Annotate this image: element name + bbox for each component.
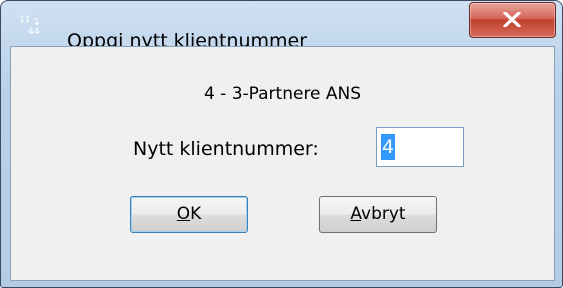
icon-bottom-digits: 44 (28, 27, 40, 37)
ok-label-rest: K (190, 204, 202, 224)
close-button[interactable] (469, 2, 556, 38)
cancel-button[interactable]: Avbryt (319, 196, 437, 233)
ok-accel: O (176, 204, 191, 224)
dialog-window: 11 ↴ 44 Oppgi nytt klientnummer 4 - 3-Pa… (0, 0, 563, 288)
dialog-body: 4 - 3-Partnere ANS Nytt klientnummer: 4 … (10, 46, 555, 281)
title-bar[interactable]: 11 ↴ 44 Oppgi nytt klientnummer (1, 1, 562, 52)
new-client-number-label: Nytt klientnummer: (133, 138, 319, 160)
cancel-label-rest: vbryt (361, 204, 406, 224)
ok-button[interactable]: OK (130, 196, 248, 233)
close-icon (503, 12, 521, 27)
cancel-accel: A (350, 204, 362, 224)
client-number-input[interactable]: 4 (376, 127, 464, 167)
client-number-value: 4 (381, 134, 396, 160)
icon-top-digits: 11 (19, 15, 31, 25)
client-name-label: 4 - 3-Partnere ANS (203, 84, 362, 104)
client-number-icon: 11 ↴ 44 (19, 16, 49, 42)
icon-arrow: ↴ (31, 15, 41, 28)
